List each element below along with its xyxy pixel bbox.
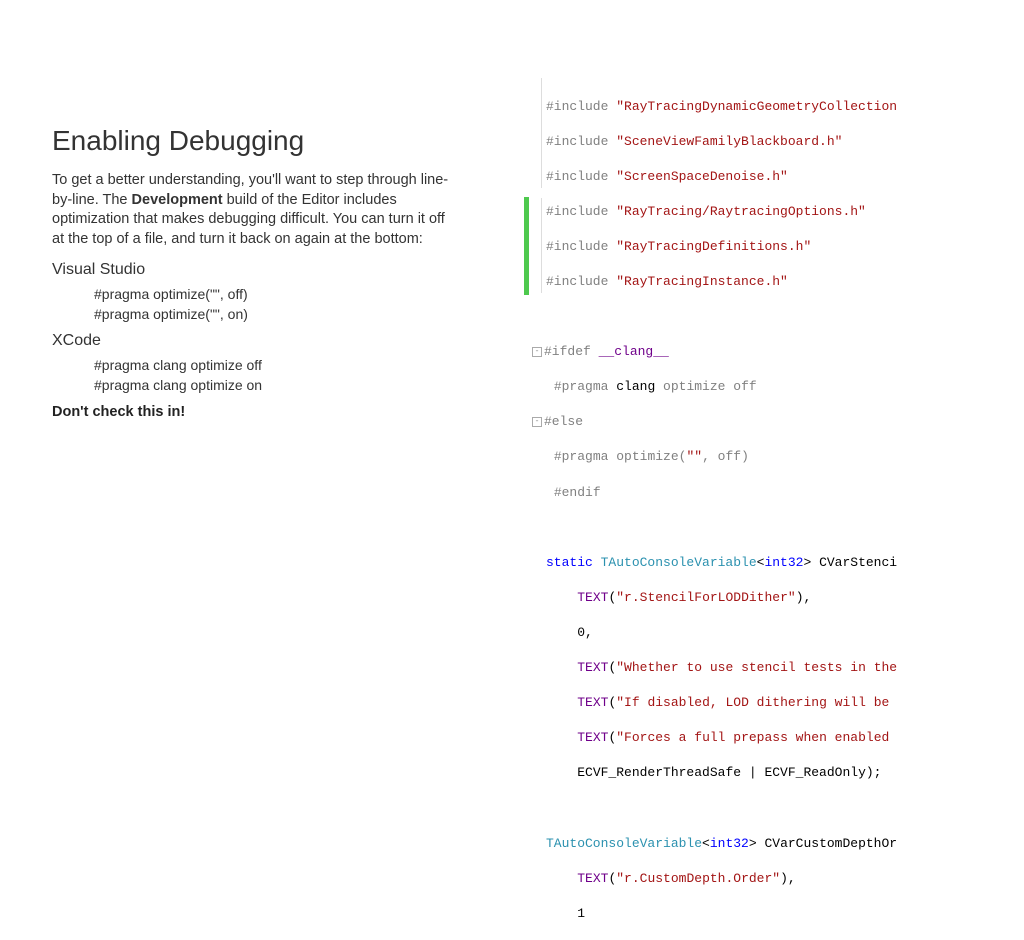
pragma-tail: optimize off <box>655 379 756 394</box>
warning-text: Don't check this in! <box>52 404 452 420</box>
fold-icon: - <box>532 417 542 427</box>
type-int32: int32 <box>764 555 803 570</box>
include-path: "RayTracingInstance.h" <box>616 274 788 289</box>
include-path: "RayTracing/RaytracingOptions.h" <box>616 204 866 219</box>
clang-macro: __clang__ <box>599 344 669 359</box>
xcode-pragma-off: #pragma clang optimize off <box>94 356 452 376</box>
desc-str: "Whether to use stencil tests in the <box>616 660 897 675</box>
include-kw: #include <box>546 99 616 114</box>
zero-val: 0, <box>577 625 593 640</box>
vs-pragma-off: #pragma optimize("", off) <box>94 285 452 305</box>
pragma-opt: optimize( <box>616 449 686 464</box>
fold-icon: - <box>532 347 542 357</box>
include-kw: #include <box>546 239 616 254</box>
clang-word: clang <box>616 379 655 394</box>
text-macro: TEXT <box>577 590 608 605</box>
include-kw: #include <box>546 204 616 219</box>
change-marker <box>524 197 529 295</box>
pragma-kw: #pragma <box>554 379 616 394</box>
cvar-str: "r.CustomDepth.Order" <box>616 871 780 886</box>
include-path: "RayTracingDefinitions.h" <box>616 239 811 254</box>
include-path: "RayTracingDynamicGeometryCollection <box>616 99 897 114</box>
vs-pragma-on: #pragma optimize("", on) <box>94 305 452 325</box>
cvar-name: > CVarCustomDepthOr <box>749 836 897 851</box>
body-bold: Development <box>132 192 223 208</box>
page-title: Enabling Debugging <box>52 125 452 157</box>
vs-label: Visual Studio <box>52 261 452 279</box>
include-path: "ScreenSpaceDenoise.h" <box>616 169 788 184</box>
ecvf-flag: ECVF_ReadOnly <box>764 765 865 780</box>
cvar-name: > CVarStenci <box>803 555 897 570</box>
type-int32: int32 <box>710 836 749 851</box>
vs-pragma-block: #pragma optimize("", off) #pragma optimi… <box>52 285 452 324</box>
desc-str: "Forces a full prepass when enabled <box>616 730 889 745</box>
text-macro: TEXT <box>577 660 608 675</box>
include-kw: #include <box>546 134 616 149</box>
static-kw: static <box>546 555 601 570</box>
text-macro: TEXT <box>577 871 608 886</box>
code-screenshot: #include "RayTracingDynamicGeometryColle… <box>532 80 1012 940</box>
include-path: "SceneViewFamilyBlackboard.h" <box>616 134 842 149</box>
include-kw: #include <box>546 169 616 184</box>
one-val: 1 <box>577 906 585 921</box>
else-kw: #else <box>544 414 583 429</box>
cvar-str: "r.StencilForLODDither" <box>616 590 795 605</box>
include-kw: #include <box>546 274 616 289</box>
xcode-pragma-block: #pragma clang optimize off #pragma clang… <box>52 356 452 395</box>
xcode-pragma-on: #pragma clang optimize on <box>94 376 452 396</box>
endif-kw: #endif <box>554 485 601 500</box>
text-macro: TEXT <box>577 695 608 710</box>
type-tauto: TAutoConsoleVariable <box>601 555 757 570</box>
desc-str: "If disabled, LOD dithering will be <box>616 695 897 710</box>
body-paragraph: To get a better understanding, you'll wa… <box>52 171 452 249</box>
pragma-off: , off) <box>702 449 749 464</box>
ecvf-flag: ECVF_RenderThreadSafe <box>577 765 741 780</box>
xcode-label: XCode <box>52 332 452 350</box>
pragma-kw: #pragma <box>554 449 616 464</box>
empty-str: "" <box>686 449 702 464</box>
ifdef-kw: #ifdef <box>544 344 599 359</box>
type-tauto: TAutoConsoleVariable <box>546 836 702 851</box>
text-macro: TEXT <box>577 730 608 745</box>
